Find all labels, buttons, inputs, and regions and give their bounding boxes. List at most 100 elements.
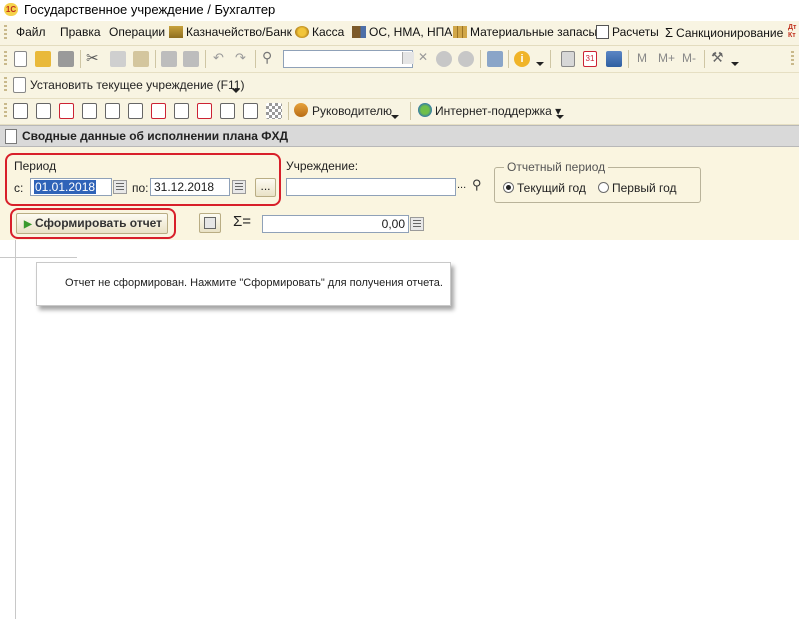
globe-icon <box>418 103 432 117</box>
toolbar-grip <box>4 51 7 67</box>
menu-operations[interactable]: Операции <box>109 25 165 39</box>
report-10-icon[interactable] <box>220 103 235 119</box>
manager-menu[interactable]: Руководителю <box>312 104 392 118</box>
menu-materials[interactable]: Материальные запасы <box>453 25 597 39</box>
tools-dropdown-arrow-icon[interactable] <box>731 62 739 66</box>
windows-icon[interactable] <box>487 51 503 67</box>
menu-operations-label: Операции <box>109 25 166 39</box>
toolbar-grip <box>4 77 7 93</box>
report-5-icon[interactable] <box>105 103 120 119</box>
tools-icon[interactable]: ⚒ <box>711 49 724 66</box>
toolbar-separator <box>410 102 411 120</box>
report-4-icon[interactable] <box>82 103 97 119</box>
toolbar-grip-right <box>791 51 794 67</box>
menu-treasury[interactable]: Казначейство/Банк <box>169 25 292 39</box>
notice-text: Отчет не сформирован. Нажмите "Сформиров… <box>65 277 443 289</box>
sum-value-field[interactable]: 0,00 <box>262 215 409 233</box>
search-icon[interactable]: ⚲ <box>262 49 272 66</box>
radio-current-year[interactable] <box>503 182 514 193</box>
report-grid-line-vertical <box>15 240 16 619</box>
print-preview-icon[interactable] <box>183 51 199 67</box>
menu-authorization[interactable]: Σ Санкционирование <box>665 25 783 40</box>
radio-current-year-label[interactable]: Текущий год <box>517 181 586 195</box>
report-6-icon[interactable] <box>128 103 143 119</box>
generate-report-button[interactable]: ▶ Сформировать отчет <box>16 213 168 234</box>
info-dropdown-arrow-icon[interactable] <box>536 62 544 66</box>
calculator-icon[interactable] <box>561 51 575 67</box>
search-dropdown-button[interactable] <box>402 52 414 64</box>
internet-support-menu[interactable]: Интернет-поддержка ▾ <box>435 104 561 118</box>
undo-icon[interactable]: ↶ <box>213 50 224 66</box>
period-to-label: по: <box>132 181 149 195</box>
report-8-icon[interactable] <box>174 103 189 119</box>
report-grid-line-horizontal <box>0 257 77 258</box>
report-2-icon[interactable] <box>36 103 51 119</box>
save-icon[interactable] <box>58 51 74 67</box>
period-from-input[interactable]: 01.01.2018 <box>30 178 112 196</box>
support-dropdown-arrow-icon[interactable] <box>556 115 564 119</box>
quick-search-input[interactable] <box>283 50 413 68</box>
report-11-icon[interactable] <box>243 103 258 119</box>
open-folder-icon[interactable] <box>35 51 51 67</box>
find-next-icon[interactable] <box>436 51 452 67</box>
menu-cash-label: Касса <box>312 25 345 39</box>
period-to-input[interactable]: 31.12.2018 <box>150 178 230 196</box>
report-12-icon[interactable] <box>266 103 282 119</box>
redo-icon[interactable]: ↷ <box>235 50 246 66</box>
memory-m-icon[interactable]: M <box>637 51 647 65</box>
manager-dropdown-arrow-icon[interactable] <box>391 115 399 119</box>
report-3-icon[interactable] <box>59 103 74 119</box>
copy-icon[interactable] <box>110 51 126 67</box>
report-7-icon[interactable] <box>151 103 166 119</box>
report-settings-button[interactable] <box>199 213 221 233</box>
period-from-calendar-icon[interactable] <box>113 180 127 194</box>
info-icon[interactable]: i <box>514 51 530 67</box>
menu-cash[interactable]: Касса <box>295 25 344 39</box>
sigma-icon: Σ <box>665 25 674 40</box>
institution-dropdown-arrow-icon[interactable] <box>232 89 240 93</box>
report-1-icon[interactable] <box>13 103 28 119</box>
menu-grip <box>4 25 7 41</box>
users-icon[interactable] <box>606 51 622 67</box>
period-to-value: 31.12.2018 <box>154 180 215 194</box>
period-to-calendar-icon[interactable] <box>232 180 246 194</box>
institution-input[interactable] <box>286 178 456 196</box>
set-current-institution-button[interactable]: Установить текущее учреждение (F11) <box>30 78 244 92</box>
menu-settlements-label: Расчеты <box>612 25 659 39</box>
memory-minus-icon[interactable]: M- <box>682 51 696 65</box>
menu-fixed-assets[interactable]: ОС, НМА, НПА <box>352 25 452 39</box>
calendar-icon[interactable]: 31 <box>583 51 597 67</box>
period-group-label: Период <box>14 159 57 173</box>
paste-icon[interactable] <box>133 51 149 67</box>
calc-doc-icon <box>596 25 609 39</box>
institution-search-icon[interactable]: ⚲ <box>472 177 482 193</box>
window-title: Государственное учреждение / Бухгалтер <box>24 2 276 17</box>
menu-file[interactable]: Файл <box>16 25 46 39</box>
radio-first-year[interactable] <box>598 182 609 193</box>
sum-calculator-icon[interactable] <box>410 217 424 231</box>
menu-settlements[interactable]: Расчеты <box>596 25 659 39</box>
document-header: Сводные данные об исполнении плана ФХД <box>0 125 799 147</box>
boxes-icon <box>453 26 467 38</box>
print-icon[interactable] <box>161 51 177 67</box>
find-prev-icon[interactable] <box>458 51 474 67</box>
institution-icon <box>13 77 26 93</box>
toolbar-separator <box>288 102 289 120</box>
radio-first-year-label[interactable]: Первый год <box>612 181 677 195</box>
toolbar-separator <box>155 50 156 68</box>
period-from-label: с: <box>14 181 24 195</box>
menu-overflow-dtkt[interactable]: Дт Кт <box>788 24 799 40</box>
cut-icon[interactable]: ✂ <box>86 49 99 67</box>
memory-plus-icon[interactable]: M+ <box>658 51 675 65</box>
menu-edit[interactable]: Правка <box>60 25 101 39</box>
institution-select-button[interactable]: ... <box>457 179 466 191</box>
report-9-icon[interactable] <box>197 103 212 119</box>
reports-toolbar: Руководителю Интернет-поддержка ▾ <box>0 99 799 125</box>
period-select-button[interactable]: ... <box>255 178 276 197</box>
new-document-icon[interactable] <box>14 51 27 67</box>
reporting-period-label: Отчетный период <box>504 160 609 174</box>
menu-treasury-label: Казначейство/Банк <box>186 25 292 39</box>
period-from-value: 01.01.2018 <box>34 180 97 194</box>
clear-search-icon[interactable]: ✕ <box>418 50 428 64</box>
toolbar-separator <box>550 50 551 68</box>
